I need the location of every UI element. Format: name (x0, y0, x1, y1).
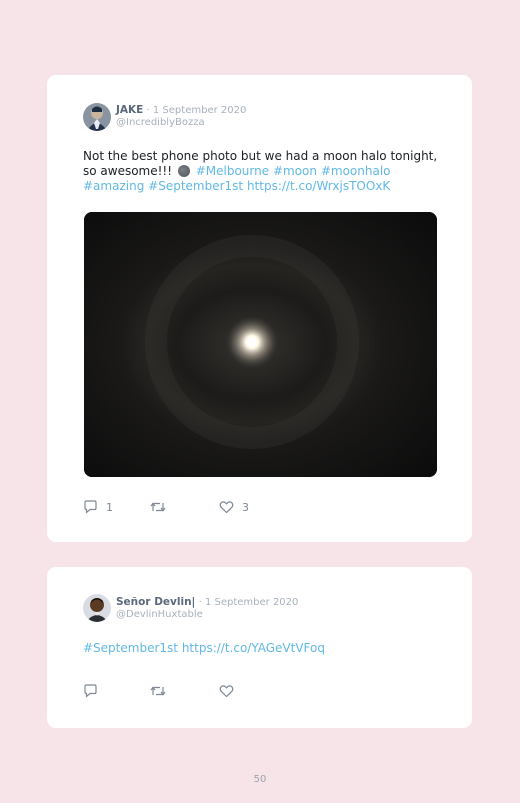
retweet-button[interactable] (150, 499, 174, 515)
avatar[interactable] (83, 594, 111, 622)
reply-button[interactable]: 1 (83, 499, 113, 515)
separator: · (195, 597, 205, 608)
tweet-text: #September1st https://t.co/YAGeVtVFoq (83, 641, 448, 656)
tweet-date[interactable]: 1 September 2020 (153, 105, 246, 116)
hashtag-link[interactable]: #September1st (83, 641, 178, 655)
hashtag-link[interactable]: #moonhalo (321, 164, 391, 178)
like-button[interactable] (219, 683, 242, 699)
hashtag-link[interactable]: #Melbourne (196, 164, 269, 178)
moon-halo-photo (84, 212, 437, 477)
hashtag-link[interactable]: #amazing (83, 179, 144, 193)
like-button[interactable]: 3 (219, 499, 249, 515)
reply-count: 1 (106, 500, 113, 514)
heart-icon (219, 684, 234, 698)
author-name[interactable]: Señor Devlin| (116, 596, 195, 608)
author-name[interactable]: JAKE (116, 104, 143, 116)
page-number: 50 (253, 774, 267, 785)
hashtag-link[interactable]: #September1st (148, 179, 243, 193)
tweet-actions (83, 683, 283, 699)
author-line: JAKE · 1 September 2020 (116, 104, 246, 117)
tweet-actions: 1 3 (83, 499, 283, 515)
reply-icon (83, 500, 98, 514)
tweet-date[interactable]: 1 September 2020 (205, 597, 298, 608)
url-link[interactable]: https://t.co/WrxjsTOOxK (247, 179, 390, 193)
retweet-button[interactable] (150, 683, 174, 699)
retweet-icon (150, 500, 166, 514)
heart-icon (219, 500, 234, 514)
author-handle[interactable]: @DevlinHuxtable (116, 609, 203, 621)
author-line: Señor Devlin| · 1 September 2020 (116, 596, 298, 609)
url-link[interactable]: https://t.co/YAGeVtVFoq (182, 641, 325, 655)
reply-button[interactable] (83, 683, 106, 699)
separator: · (143, 105, 153, 116)
like-count: 3 (242, 500, 249, 514)
reply-icon (83, 684, 98, 698)
tweet-card: JAKE · 1 September 2020 @IncrediblyBozza… (47, 75, 472, 542)
tweet-photo[interactable] (84, 212, 437, 477)
hashtag-link[interactable]: #moon (273, 164, 317, 178)
avatar[interactable] (83, 103, 111, 131)
moon-emoji (177, 165, 190, 177)
author-handle[interactable]: @IncrediblyBozza (116, 117, 205, 129)
tweet-card: Señor Devlin| · 1 September 2020 @Devlin… (47, 567, 472, 728)
tweet-text: Not the best phone photo but we had a mo… (83, 149, 448, 194)
retweet-icon (150, 684, 166, 698)
